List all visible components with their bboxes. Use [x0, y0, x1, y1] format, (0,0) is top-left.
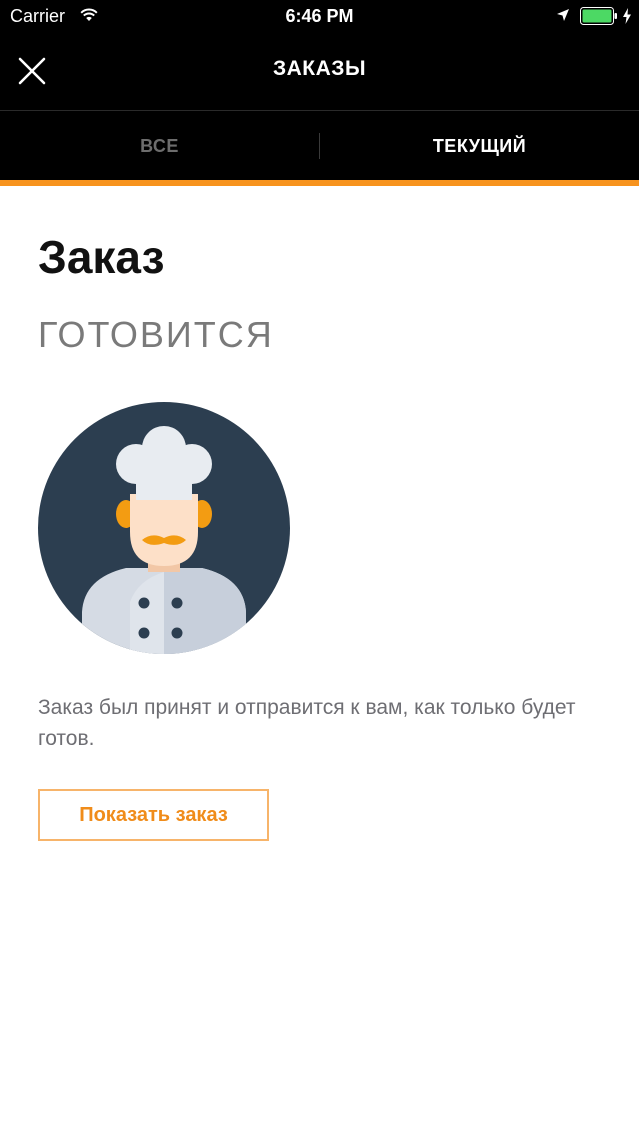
- status-time: 6:46 PM: [285, 6, 354, 26]
- battery-icon: [580, 7, 617, 25]
- order-title: Заказ: [38, 231, 165, 283]
- order-message: Заказ был принят и отправится к вам, как…: [38, 696, 576, 750]
- page-title: ЗАКАЗЫ: [272, 57, 367, 80]
- tab-all[interactable]: ВСЕ: [0, 111, 319, 182]
- charging-bolt-icon: [623, 8, 631, 24]
- orders-tabs: ВСЕ ТЕКУЩИЙ: [0, 111, 639, 182]
- show-order-button[interactable]: Показать заказ: [38, 789, 269, 841]
- navigation-bar: ЗАКАЗЫ: [0, 33, 639, 111]
- location-arrow-icon: [557, 9, 569, 21]
- chef-icon: [38, 402, 290, 654]
- tab-current[interactable]: ТЕКУЩИЙ: [320, 111, 639, 182]
- status-bar: Carrier 6:46 PM: [0, 0, 639, 33]
- active-tab-indicator: [0, 180, 639, 186]
- order-status: ГОТОВИТСЯ: [38, 314, 274, 355]
